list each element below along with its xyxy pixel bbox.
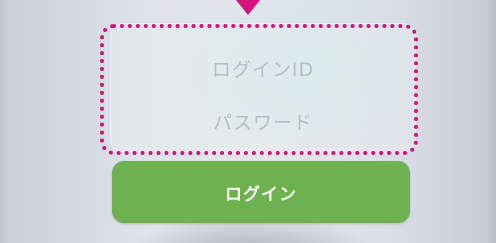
left-edge-shade: [0, 0, 8, 243]
login-button-label: ログイン: [225, 184, 297, 205]
pointer-arrow-icon: [236, 0, 260, 15]
login-button[interactable]: ログイン: [112, 161, 410, 223]
right-edge-shade: [486, 0, 496, 243]
login-screen: ログインID パスワード ログイン: [0, 0, 496, 243]
highlight-frame: [100, 24, 418, 155]
